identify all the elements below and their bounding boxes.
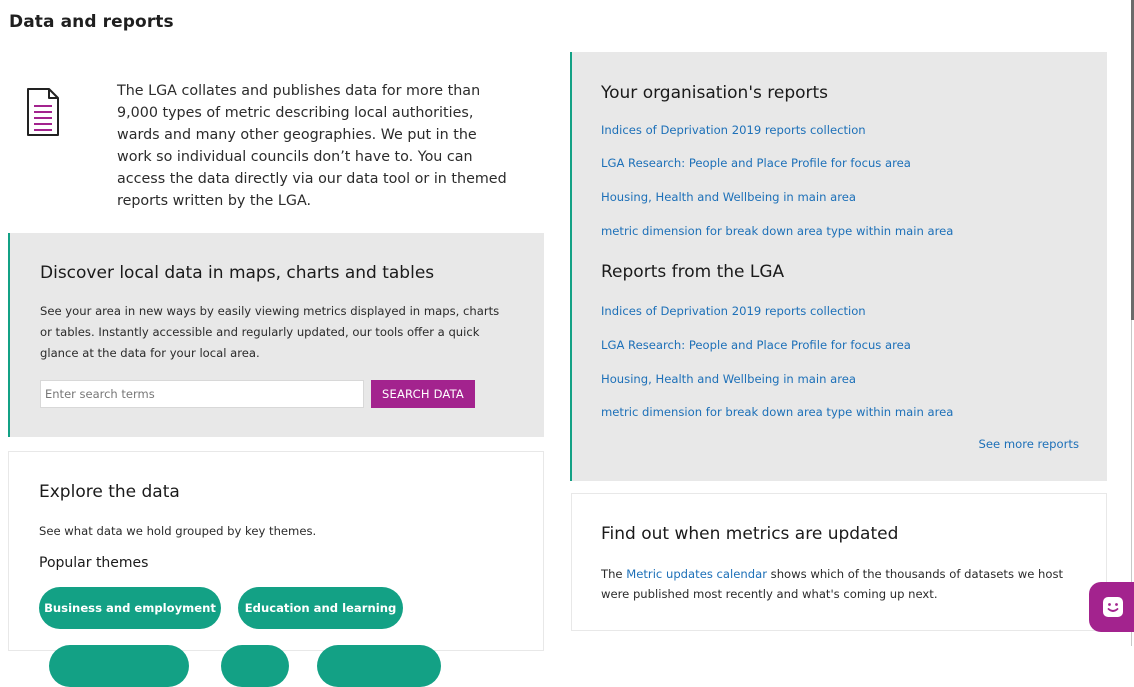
- lga-report-link[interactable]: Housing, Health and Wellbeing in main ar…: [601, 372, 856, 386]
- reports-panel: Your organisation's reports Indices of D…: [570, 52, 1107, 481]
- metrics-panel: Find out when metrics are updated The Me…: [571, 493, 1107, 631]
- search-input[interactable]: [40, 380, 364, 408]
- explore-panel: Explore the data See what data we hold g…: [8, 451, 544, 687]
- lga-report-link[interactable]: LGA Research: People and Place Profile f…: [601, 338, 911, 352]
- lga-reports-heading: Reports from the LGA: [601, 262, 785, 282]
- explore-description: See what data we hold grouped by key the…: [39, 524, 317, 538]
- theme-business-employment-button[interactable]: Business and employment: [39, 587, 221, 629]
- org-report-link[interactable]: LGA Research: People and Place Profile f…: [601, 156, 911, 170]
- metrics-description: The Metric updates calendar shows which …: [601, 564, 1071, 604]
- popular-themes-heading: Popular themes: [39, 555, 149, 571]
- org-report-link[interactable]: metric dimension for break down area typ…: [601, 224, 953, 238]
- org-reports-heading: Your organisation's reports: [601, 83, 829, 103]
- explore-heading: Explore the data: [39, 482, 180, 502]
- chat-widget-button[interactable]: [1089, 582, 1134, 632]
- discover-heading: Discover local data in maps, charts and …: [40, 263, 435, 283]
- lga-report-link[interactable]: metric dimension for break down area typ…: [601, 405, 953, 419]
- see-more-reports-link[interactable]: See more reports: [979, 437, 1079, 451]
- page-title: Data and reports: [9, 12, 174, 32]
- theme-education-learning-button[interactable]: Education and learning: [238, 587, 403, 629]
- chat-smile-icon: [1103, 597, 1123, 617]
- theme-pill-partial[interactable]: [317, 645, 441, 687]
- lga-report-link[interactable]: Indices of Deprivation 2019 reports coll…: [601, 304, 866, 318]
- metrics-heading: Find out when metrics are updated: [601, 524, 899, 544]
- metrics-text-prefix: The: [601, 567, 627, 581]
- search-data-button[interactable]: SEARCH DATA: [371, 380, 475, 408]
- theme-pill-partial[interactable]: [221, 645, 289, 687]
- document-icon: [24, 86, 62, 138]
- intro-text: The LGA collates and publishes data for …: [117, 83, 507, 209]
- metric-updates-calendar-link[interactable]: Metric updates calendar: [626, 567, 767, 581]
- theme-pill-partial[interactable]: [49, 645, 189, 687]
- org-report-link[interactable]: Indices of Deprivation 2019 reports coll…: [601, 123, 866, 137]
- discover-panel: Discover local data in maps, charts and …: [8, 233, 544, 437]
- discover-description: See your area in new ways by easily view…: [40, 304, 500, 360]
- org-report-link[interactable]: Housing, Health and Wellbeing in main ar…: [601, 190, 856, 204]
